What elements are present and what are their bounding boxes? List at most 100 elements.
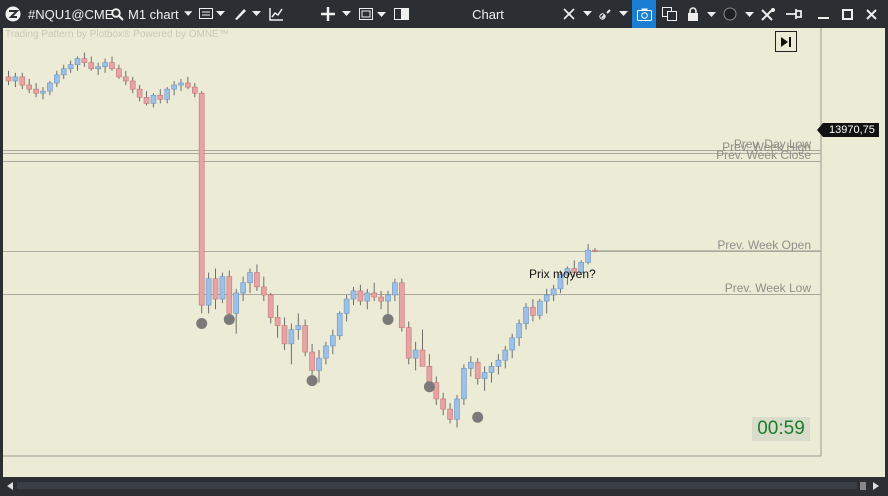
candle-body <box>53 74 60 84</box>
scroll-thumb-icon[interactable] <box>860 482 866 490</box>
candle-body <box>392 282 398 296</box>
scroll-right-icon[interactable] <box>873 482 879 490</box>
candle-body <box>260 286 267 296</box>
copy-window-icon[interactable] <box>660 0 678 28</box>
close-icon[interactable] <box>862 0 880 28</box>
candle-body <box>343 298 350 314</box>
candle-body <box>205 278 212 306</box>
swing-marker <box>472 411 484 423</box>
candle-body <box>364 292 371 302</box>
layout-icon[interactable] <box>358 0 388 28</box>
toolbar: #NQU1@CME M1 chart Chart <box>0 0 888 28</box>
timeframe-label: M1 chart <box>128 6 179 22</box>
candle-body <box>219 276 226 300</box>
candle-body <box>440 398 447 410</box>
candle-body <box>47 82 53 92</box>
candle-body <box>550 288 557 296</box>
screenshot-icon[interactable] <box>632 0 656 28</box>
candle-body <box>19 76 26 86</box>
ref-label: Prev. Week Low <box>724 280 811 295</box>
candle-body <box>288 329 295 345</box>
window-title: Chart <box>460 0 516 28</box>
candle-body <box>88 62 95 70</box>
candle-body <box>5 76 12 82</box>
candle-body <box>412 349 419 359</box>
candle-body <box>129 80 136 90</box>
candle-body <box>488 366 495 373</box>
horizontal-scrollbar[interactable] <box>3 478 885 493</box>
link-icon[interactable] <box>598 0 630 28</box>
candle-body <box>274 317 281 326</box>
candle-body <box>329 335 336 347</box>
candle-body <box>67 64 74 70</box>
candle-body <box>233 292 239 314</box>
maximize-icon[interactable] <box>838 0 856 28</box>
scroll-track[interactable] <box>17 482 857 489</box>
settings-tools-icon[interactable] <box>758 0 778 28</box>
candle-body <box>240 282 246 294</box>
tools-icon[interactable] <box>562 0 594 28</box>
candle-body <box>26 84 33 90</box>
candle-body <box>150 94 157 104</box>
minimize-icon[interactable] <box>814 0 832 28</box>
timeframe-dropdown[interactable]: M1 chart <box>128 0 192 28</box>
candle-body <box>143 96 150 104</box>
app-logo-icon[interactable] <box>4 0 22 28</box>
crosshair-icon[interactable] <box>319 0 353 28</box>
candle-body <box>398 282 405 328</box>
candle-body <box>530 306 536 316</box>
countdown-timer: 00:59 <box>752 417 810 441</box>
candle-body <box>454 398 460 420</box>
candle-body <box>185 82 191 88</box>
candle-body <box>81 58 88 63</box>
candle-body <box>385 294 391 302</box>
candle-body <box>109 62 115 70</box>
indicators-icon[interactable] <box>268 0 284 28</box>
candle-body <box>371 292 378 298</box>
candle-body <box>316 357 322 371</box>
candle-body <box>281 325 288 345</box>
candle-body <box>192 86 198 94</box>
swing-marker <box>382 313 394 325</box>
candle-body <box>426 366 433 383</box>
pin-icon[interactable] <box>784 0 804 28</box>
candle-body <box>116 68 122 78</box>
chart-area[interactable]: Trading Pattern by Plotbox® Powered by O… <box>3 28 885 477</box>
scroll-left-icon[interactable] <box>7 482 13 490</box>
swing-marker <box>223 313 235 325</box>
lock-icon[interactable] <box>686 0 718 28</box>
candle-body <box>502 349 509 361</box>
swing-marker <box>306 375 318 387</box>
candle-body <box>123 76 129 82</box>
candle-body <box>592 249 598 252</box>
chart-plot[interactable] <box>3 28 885 477</box>
candle-body <box>447 408 453 420</box>
current-price-tag: 13970,75 <box>817 123 879 137</box>
candle-body <box>102 62 108 68</box>
search-icon[interactable] <box>110 0 124 28</box>
play-button[interactable] <box>775 31 797 52</box>
candle-body <box>350 290 357 300</box>
candle-body <box>481 372 488 379</box>
candle-body <box>164 88 170 100</box>
candle-body <box>467 361 474 369</box>
panel-icon[interactable] <box>393 0 409 28</box>
symbol-label: #NQU1@CME <box>28 6 114 22</box>
window-title-label: Chart <box>472 6 504 22</box>
ref-label: Prev. Week Open <box>717 237 811 252</box>
candle-body <box>60 68 67 76</box>
symbol-selector[interactable]: #NQU1@CME <box>28 0 113 28</box>
color-dot-icon[interactable] <box>722 0 756 28</box>
candle-body <box>509 337 516 351</box>
candle-body <box>136 88 143 98</box>
candle-body <box>254 272 260 288</box>
candle-body <box>336 313 343 337</box>
candle-body <box>461 368 467 400</box>
candle-body <box>171 84 177 90</box>
template-icon[interactable] <box>198 0 226 28</box>
candle-body <box>523 306 529 324</box>
swing-marker <box>423 381 435 393</box>
watermark: Trading Pattern by Plotbox® Powered by O… <box>5 29 229 40</box>
candle-body <box>157 94 164 100</box>
draw-tools-icon[interactable] <box>232 0 262 28</box>
